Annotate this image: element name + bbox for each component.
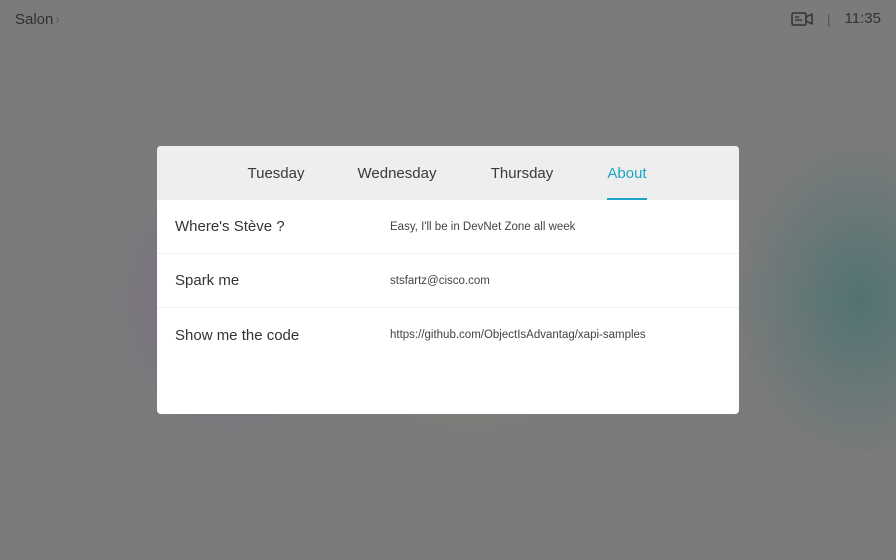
tab-bar: Tuesday Wednesday Thursday About [157,146,739,200]
separator: | [826,10,831,27]
tab-label: Wednesday [357,164,437,182]
tab-tuesday[interactable]: Tuesday [237,146,315,200]
tab-about[interactable]: About [607,146,647,200]
row-label: Spark me [175,272,240,289]
clock: 11:35 [844,10,881,27]
tab-label: Tuesday [247,164,305,182]
row-value: https://github.com/ObjectIsAdvantag/xapi… [390,329,646,341]
list-item[interactable]: Where's Stève ? Easy, I'll be in DevNet … [157,200,739,254]
row-value: stsfartz@cisco.com [390,274,490,287]
list-item[interactable]: Show me the code https://github.com/Obje… [157,308,739,362]
status-bar: Salon › | 11:35 [0,0,896,42]
room-name-button[interactable]: Salon › [15,11,60,28]
tab-wednesday[interactable]: Wednesday [353,146,441,200]
chevron-right-icon: › [55,12,60,27]
tab-label: About [607,164,647,182]
tab-thursday[interactable]: Thursday [483,146,561,200]
agenda-panel: Tuesday Wednesday Thursday About Where's… [157,146,739,414]
list-item[interactable]: Spark me stsfartz@cisco.com [157,254,739,308]
room-name-label: Salon [15,11,54,28]
camera-icon[interactable] [791,11,813,27]
row-value: Easy, I'll be in DevNet Zone all week [390,220,576,233]
status-right: | 11:35 [791,10,881,27]
row-label: Where's Stève ? [175,218,285,235]
tab-label: Thursday [490,164,554,182]
row-label: Show me the code [175,326,300,344]
